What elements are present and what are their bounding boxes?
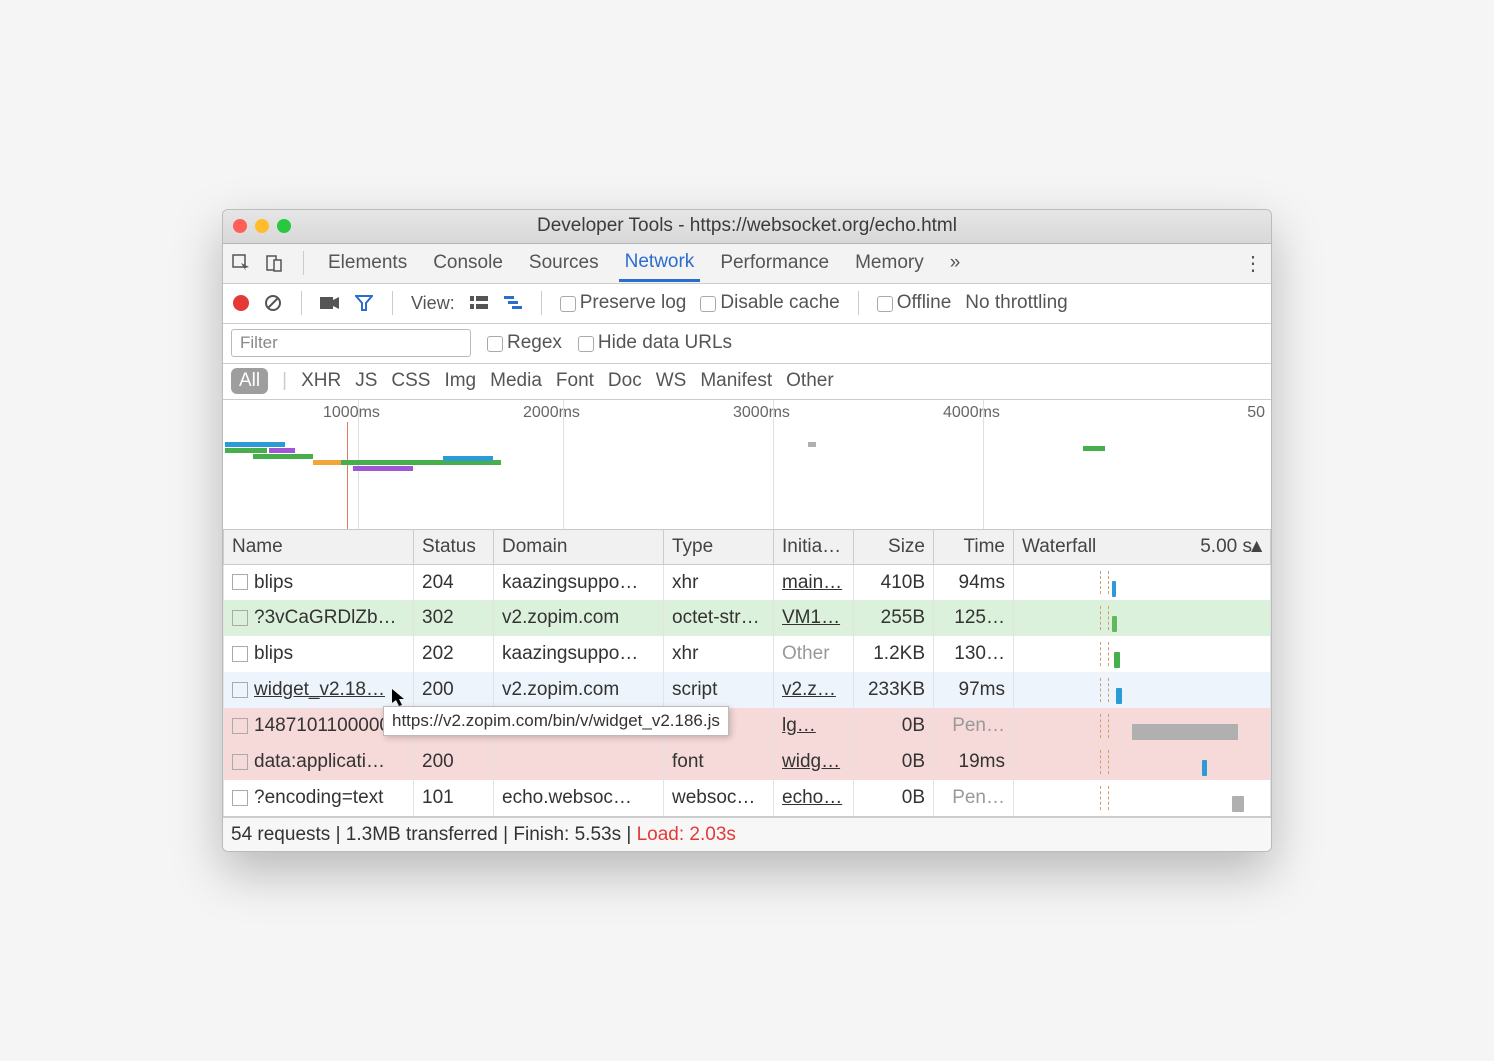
tabs-overflow[interactable]: » bbox=[944, 246, 967, 280]
tab-memory[interactable]: Memory bbox=[849, 246, 930, 280]
filter-all[interactable]: All bbox=[231, 368, 268, 394]
settings-kebab-icon[interactable]: ⋮ bbox=[1243, 251, 1263, 276]
clear-button[interactable] bbox=[263, 293, 283, 313]
filter-doc[interactable]: Doc bbox=[608, 370, 642, 392]
record-button[interactable] bbox=[233, 295, 249, 311]
inspect-element-icon[interactable] bbox=[231, 253, 251, 273]
view-label: View: bbox=[411, 293, 455, 314]
filter-js[interactable]: JS bbox=[355, 370, 377, 392]
table-row[interactable]: data:applicati…200fontwidg…0B19ms bbox=[224, 744, 1271, 780]
window-title: Developer Tools - https://websocket.org/… bbox=[223, 215, 1271, 237]
tab-console[interactable]: Console bbox=[427, 246, 509, 280]
col-status[interactable]: Status bbox=[414, 530, 494, 565]
camera-icon[interactable] bbox=[320, 293, 340, 313]
tab-elements[interactable]: Elements bbox=[322, 246, 413, 280]
filter-other[interactable]: Other bbox=[786, 370, 834, 392]
url-tooltip: https://v2.zopim.com/bin/v/widget_v2.186… bbox=[383, 706, 729, 736]
file-icon bbox=[232, 610, 248, 626]
col-name[interactable]: Name bbox=[224, 530, 414, 565]
cursor-icon bbox=[391, 688, 407, 708]
filter-manifest[interactable]: Manifest bbox=[700, 370, 772, 392]
tab-performance[interactable]: Performance bbox=[714, 246, 835, 280]
col-domain[interactable]: Domain bbox=[494, 530, 664, 565]
file-icon bbox=[232, 790, 248, 806]
network-toolbar: View: Preserve log Disable cache Offline… bbox=[223, 284, 1271, 324]
filter-css[interactable]: CSS bbox=[391, 370, 430, 392]
table-row[interactable]: ?encoding=text101echo.websoc…websoc…echo… bbox=[224, 780, 1271, 816]
col-type[interactable]: Type bbox=[664, 530, 774, 565]
window-controls bbox=[233, 219, 291, 233]
table-header-row: Name Status Domain Type Initia… Size Tim… bbox=[224, 530, 1271, 565]
col-size[interactable]: Size bbox=[854, 530, 934, 565]
filter-font[interactable]: Font bbox=[556, 370, 594, 392]
col-waterfall[interactable]: Waterfall 5.00 s ▲ bbox=[1014, 530, 1271, 565]
status-bar: 54 requests | 1.3MB transferred | Finish… bbox=[223, 817, 1271, 851]
file-icon bbox=[232, 682, 248, 698]
status-finish: Finish: 5.53s bbox=[513, 824, 621, 846]
file-icon bbox=[232, 574, 248, 590]
filter-img[interactable]: Img bbox=[444, 370, 476, 392]
table-row[interactable]: blips204kaazingsuppo…xhrmain…410B94ms bbox=[224, 564, 1271, 600]
filter-icon[interactable] bbox=[354, 293, 374, 313]
view-waterfall-icon[interactable] bbox=[503, 293, 523, 313]
type-filter-row: All | XHR JS CSS Img Media Font Doc WS M… bbox=[223, 364, 1271, 400]
file-icon bbox=[232, 718, 248, 734]
tab-sources[interactable]: Sources bbox=[523, 246, 605, 280]
titlebar: Developer Tools - https://websocket.org/… bbox=[223, 210, 1271, 244]
requests-table: Name Status Domain Type Initia… Size Tim… bbox=[223, 530, 1271, 818]
filter-xhr[interactable]: XHR bbox=[301, 370, 341, 392]
filter-media[interactable]: Media bbox=[490, 370, 542, 392]
table-row[interactable]: blips202kaazingsuppo…xhrOther1.2KB130… bbox=[224, 636, 1271, 672]
preserve-log-checkbox[interactable]: Preserve log bbox=[560, 292, 687, 314]
view-large-icon[interactable] bbox=[469, 293, 489, 313]
hide-data-urls-checkbox[interactable]: Hide data URLs bbox=[578, 332, 732, 354]
tab-network[interactable]: Network bbox=[619, 245, 701, 282]
offline-checkbox[interactable]: Offline bbox=[877, 292, 952, 314]
status-transferred: 1.3MB transferred bbox=[346, 824, 498, 846]
table-row[interactable]: widget_v2.18…200v2.zopim.comscriptv2.z…2… bbox=[224, 672, 1271, 708]
regex-checkbox[interactable]: Regex bbox=[487, 332, 562, 354]
table-row[interactable]: ?3vCaGRDlZb…302v2.zopim.comoctet-str…VM1… bbox=[224, 600, 1271, 636]
separator bbox=[303, 251, 304, 275]
devtools-tabs: Elements Console Sources Network Perform… bbox=[223, 244, 1271, 284]
col-initiator[interactable]: Initia… bbox=[774, 530, 854, 565]
device-toolbar-icon[interactable] bbox=[265, 253, 285, 273]
disable-cache-checkbox[interactable]: Disable cache bbox=[700, 292, 839, 314]
status-load: Load: 2.03s bbox=[637, 824, 736, 846]
file-icon bbox=[232, 754, 248, 770]
filter-ws[interactable]: WS bbox=[656, 370, 687, 392]
minimize-window-button[interactable] bbox=[255, 219, 269, 233]
close-window-button[interactable] bbox=[233, 219, 247, 233]
maximize-window-button[interactable] bbox=[277, 219, 291, 233]
status-requests: 54 requests bbox=[231, 824, 330, 846]
timeline-overview[interactable]: 1000ms 2000ms 3000ms 4000ms 50 bbox=[223, 400, 1271, 530]
filter-input[interactable]: Filter bbox=[231, 329, 471, 357]
file-icon bbox=[232, 646, 248, 662]
devtools-window: Developer Tools - https://websocket.org/… bbox=[222, 209, 1272, 853]
col-time[interactable]: Time bbox=[934, 530, 1014, 565]
table-row[interactable]: 14871011000000lg…0BPen… bbox=[224, 708, 1271, 744]
filter-row: Filter Regex Hide data URLs bbox=[223, 324, 1271, 364]
throttling-select[interactable]: No throttling bbox=[965, 292, 1067, 314]
